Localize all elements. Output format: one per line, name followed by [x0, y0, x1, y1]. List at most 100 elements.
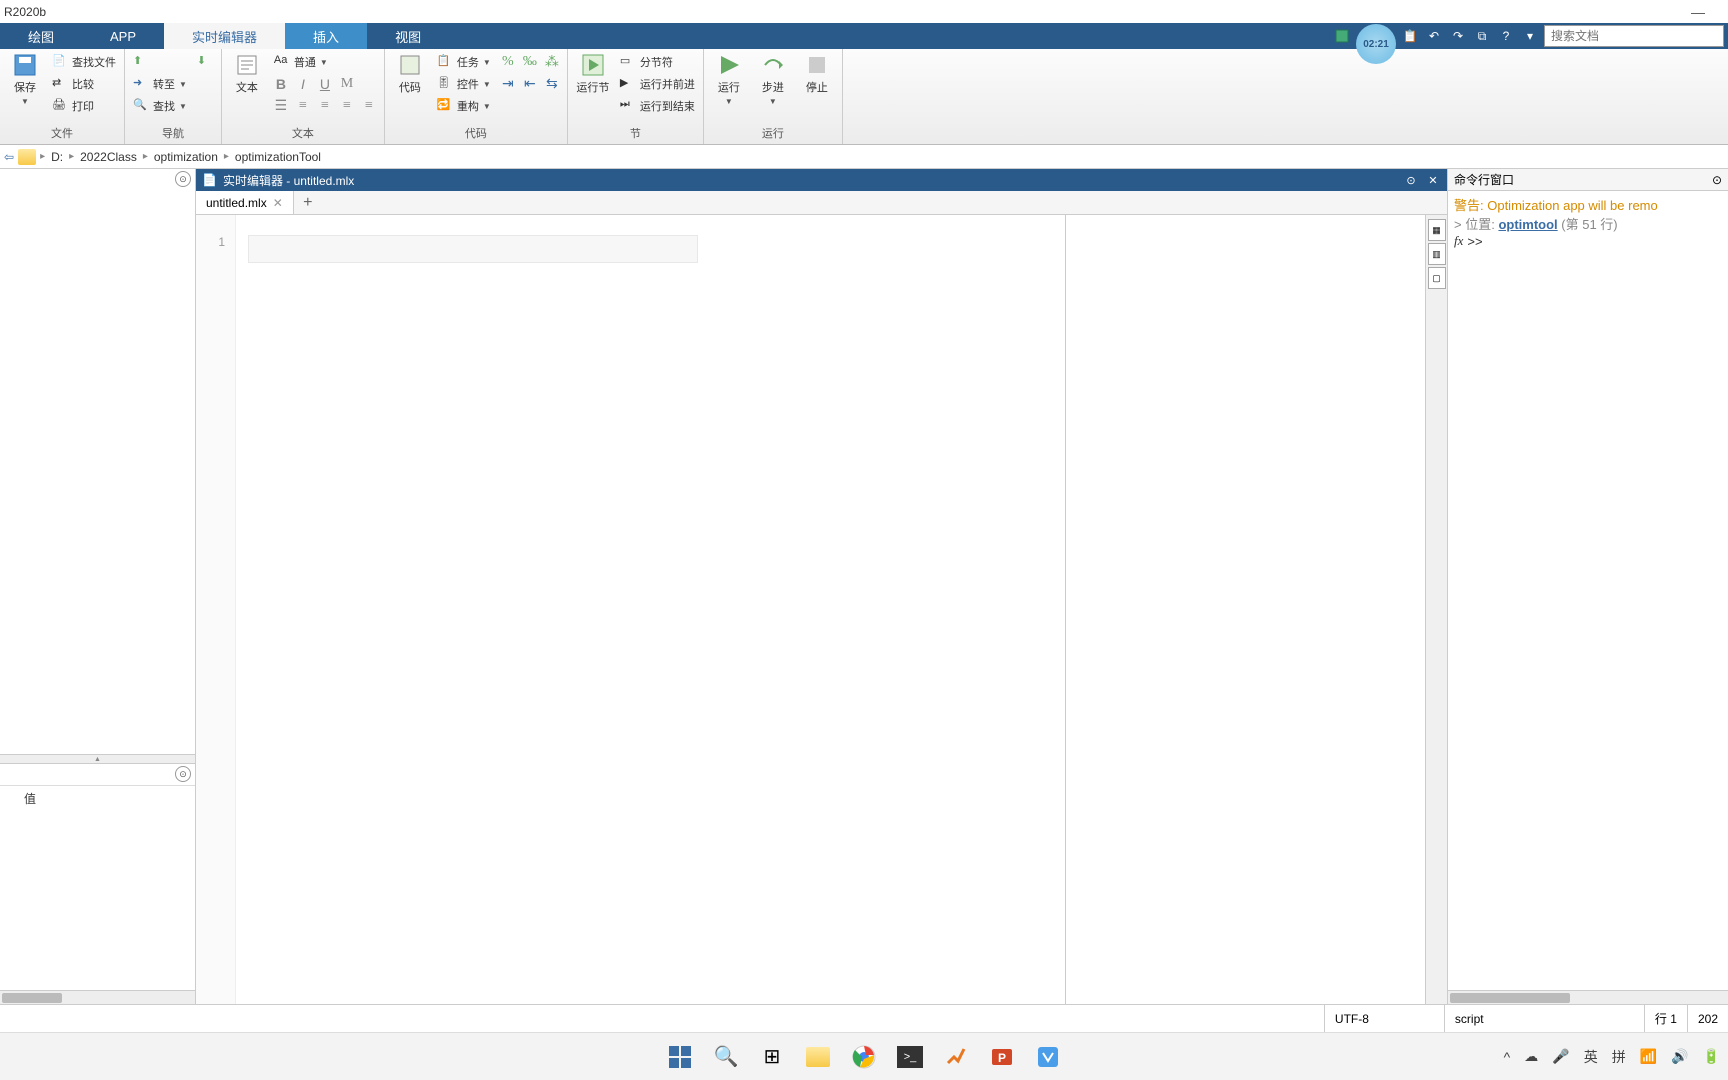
taskbar-powerpoint[interactable]: P [982, 1037, 1022, 1077]
step-button[interactable]: 步进 ▼ [752, 51, 794, 108]
list-bullet-button[interactable]: ☰ [270, 95, 292, 117]
panel-menu-button[interactable]: ⊙ [175, 171, 191, 187]
path-seg-2[interactable]: optimization [152, 150, 220, 164]
command-window-body[interactable]: 警告: Optimization app will be remo > 位置: … [1448, 191, 1728, 990]
code-input-box[interactable] [248, 235, 698, 263]
command-window-title: 命令行窗口 [1454, 171, 1514, 188]
code-area[interactable] [236, 215, 1065, 1004]
editor-tab[interactable]: untitled.mlx ✕ [196, 191, 294, 214]
stop-button[interactable]: 停止 [796, 51, 838, 97]
print-button[interactable]: 🖨打印 [48, 95, 120, 117]
mono-button[interactable]: M [336, 73, 358, 95]
tab-live-editor[interactable]: 实时编辑器 [164, 23, 285, 49]
output-inline-button[interactable]: ▦ [1428, 219, 1446, 241]
taskbar-chrome[interactable] [844, 1037, 884, 1077]
battery-icon[interactable]: 🔋 [1703, 1048, 1720, 1065]
run-to-end-button[interactable]: ⏭运行到结束 [616, 95, 699, 117]
run-advance-button[interactable]: ▶运行并前进 [616, 73, 699, 95]
path-seg-3[interactable]: optimizationTool [233, 150, 323, 164]
arrow-up-icon: ⬆ [133, 54, 149, 70]
volume-icon[interactable]: 🔊 [1671, 1048, 1688, 1065]
fx-icon[interactable]: fx [1454, 233, 1463, 249]
arrow-down-icon: ⬇ [197, 54, 213, 70]
controls-icon: 🎚 [437, 76, 453, 92]
ime-indicator[interactable]: 拼 [1612, 1047, 1626, 1067]
uncomment-button[interactable]: ⁂ [541, 51, 563, 73]
align-left-button[interactable]: ≡ [314, 95, 336, 117]
save-icon[interactable] [1332, 26, 1352, 46]
help-icon[interactable]: ? [1496, 26, 1516, 46]
find-files-button[interactable]: 📄查找文件 [48, 51, 120, 73]
tab-drawing[interactable]: 绘图 [0, 23, 82, 49]
code-button[interactable]: 代码 [389, 51, 431, 97]
command-prompt[interactable]: fx >> [1454, 233, 1722, 249]
nav-down-button[interactable]: ⬇ [193, 51, 217, 73]
window-icon[interactable]: ⧉ [1472, 26, 1492, 46]
output-right-button[interactable]: ▥ [1428, 243, 1446, 265]
folder-icon[interactable] [18, 149, 36, 165]
comment-button[interactable]: ‰ [519, 51, 541, 73]
run-button[interactable]: 运行 ▼ [708, 51, 750, 108]
location-link[interactable]: optimtool [1498, 217, 1557, 232]
add-tab-button[interactable]: + [294, 191, 322, 214]
compare-button[interactable]: ⇄比较 [48, 73, 120, 95]
mic-icon[interactable]: 🎤 [1552, 1048, 1569, 1065]
wifi-icon[interactable]: 📶 [1640, 1048, 1657, 1065]
smart-indent-button[interactable]: ⇆ [541, 73, 563, 95]
taskbar-search[interactable]: 🔍 [706, 1037, 746, 1077]
close-button[interactable]: ✕ [1425, 172, 1441, 188]
redo-icon[interactable]: ↷ [1448, 26, 1468, 46]
back-button[interactable]: ⇦ [4, 150, 14, 164]
controls-button[interactable]: 🎚控件▼ [433, 73, 495, 95]
taskbar-taskview[interactable]: ⊞ [752, 1037, 792, 1077]
taskbar-explorer[interactable] [798, 1037, 838, 1077]
path-drive[interactable]: D: [49, 150, 65, 164]
output-hide-button[interactable]: ▢ [1428, 267, 1446, 289]
underline-button[interactable]: U [314, 73, 336, 95]
save-button[interactable]: 保存 ▼ [4, 51, 46, 108]
tab-view[interactable]: 视图 [367, 23, 449, 49]
minimize-button[interactable]: — [1684, 2, 1712, 22]
goto-button[interactable]: ➜转至▼ [129, 73, 191, 95]
italic-button[interactable]: I [292, 73, 314, 95]
scrollbar-horizontal[interactable] [1448, 990, 1728, 1004]
panel-splitter[interactable] [0, 754, 195, 764]
lang-indicator[interactable]: 英 [1584, 1047, 1598, 1067]
cloud-icon[interactable]: ☁ [1524, 1048, 1538, 1065]
indent-button[interactable]: ⇥ [497, 73, 519, 95]
bold-button[interactable]: B [270, 73, 292, 95]
path-seg-1[interactable]: 2022Class [78, 150, 139, 164]
panel-menu-button[interactable]: ⊙ [175, 766, 191, 782]
undo-icon[interactable]: ↶ [1424, 26, 1444, 46]
scrollbar-horizontal[interactable] [0, 990, 195, 1004]
align-right-button[interactable]: ≡ [358, 95, 380, 117]
clipboard-icon[interactable]: 📋 [1400, 26, 1420, 46]
outdent-button[interactable]: ⇤ [519, 73, 541, 95]
text-button[interactable]: 文本 [226, 51, 268, 97]
find-button[interactable]: 🔍查找▼ [129, 95, 191, 117]
tab-insert[interactable]: 插入 [285, 23, 367, 49]
align-center-button[interactable]: ≡ [336, 95, 358, 117]
list-number-button[interactable]: ≡ [292, 95, 314, 117]
panel-menu-button[interactable]: ⊙ [1403, 172, 1419, 188]
panel-menu-button[interactable]: ⊙ [1712, 173, 1722, 187]
style-select[interactable]: Aa普通▼ [270, 51, 380, 73]
section-break-button[interactable]: ▭分节符 [616, 51, 699, 73]
taskbar-terminal[interactable]: >_ [890, 1037, 930, 1077]
tasks-button[interactable]: 📋任务▼ [433, 51, 495, 73]
search-input[interactable] [1551, 29, 1717, 43]
run-section-button[interactable]: 运行节 [572, 51, 614, 97]
nav-up-button[interactable]: ⬆ [129, 51, 191, 73]
taskbar-matlab[interactable] [936, 1037, 976, 1077]
refactor-button[interactable]: 🔁重构▼ [433, 95, 495, 117]
search-docs[interactable] [1544, 25, 1724, 47]
taskbar-start[interactable] [660, 1037, 700, 1077]
close-icon[interactable]: ✕ [273, 196, 283, 210]
percent-button[interactable]: % [497, 51, 519, 73]
chevron-up-icon[interactable]: ^ [1504, 1049, 1511, 1065]
chevron-down-icon[interactable]: ▾ [1520, 26, 1540, 46]
taskbar-app[interactable] [1028, 1037, 1068, 1077]
tab-app[interactable]: APP [82, 23, 164, 49]
location-line-num[interactable]: (第 51 行) [1561, 217, 1617, 232]
status-line: 行 1 [1644, 1005, 1687, 1032]
